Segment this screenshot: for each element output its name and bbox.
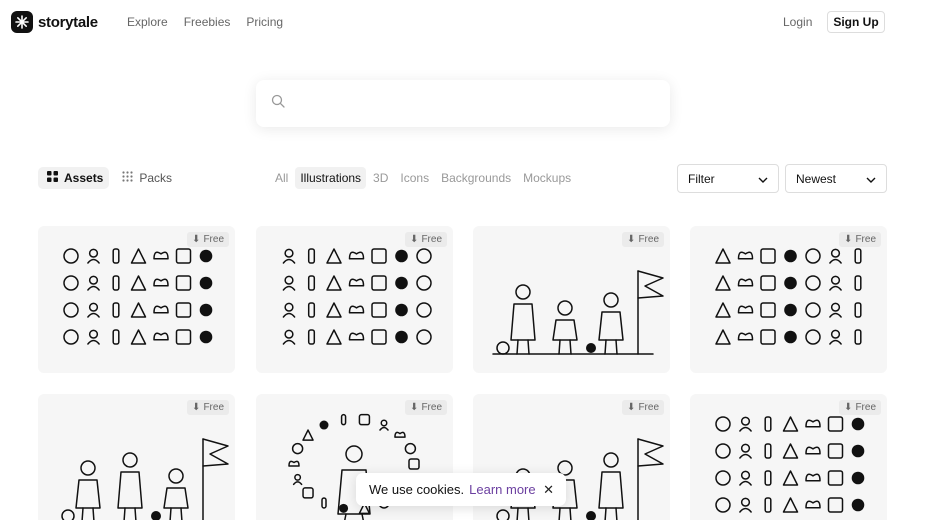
chevron-down-icon xyxy=(758,172,768,186)
asset-card[interactable]: ⬇ Free xyxy=(690,226,887,373)
free-badge: ⬇ Free xyxy=(839,232,881,247)
grid-icon xyxy=(47,171,58,185)
dots-grid-icon xyxy=(122,171,133,185)
toggle-packs-label: Packs xyxy=(139,171,173,185)
nav-freebies[interactable]: Freebies xyxy=(184,15,231,29)
free-badge: ⬇ Free xyxy=(622,400,664,415)
learn-more-link[interactable]: Learn more xyxy=(469,482,535,497)
nav-pricing[interactable]: Pricing xyxy=(246,15,283,29)
download-arrow-icon: ⬇ xyxy=(627,234,636,245)
toggle-assets-label: Assets xyxy=(64,171,104,185)
asset-card[interactable]: ⬇ Free xyxy=(690,394,887,520)
tab-illustrations[interactable]: Illustrations xyxy=(295,167,367,189)
tab-all[interactable]: All xyxy=(270,167,293,189)
download-arrow-icon: ⬇ xyxy=(192,402,201,413)
download-arrow-icon: ⬇ xyxy=(410,234,419,245)
storytale-logo[interactable]: storytale xyxy=(11,11,98,33)
storytale-logo-icon xyxy=(11,11,33,33)
download-arrow-icon: ⬇ xyxy=(844,402,853,413)
top-header: storytale Explore Freebies Pricing Login… xyxy=(0,0,925,44)
illustration-thumbnail xyxy=(492,270,664,355)
sort-label: Newest xyxy=(796,171,837,186)
filter-dropdown[interactable]: Filter xyxy=(677,164,779,193)
toggle-packs[interactable]: Packs xyxy=(113,167,178,189)
login-link[interactable]: Login xyxy=(783,15,812,29)
asset-card[interactable]: ⬇ Free xyxy=(473,226,670,373)
asset-card[interactable]: ⬇ Free xyxy=(256,226,453,373)
tab-mockups[interactable]: Mockups xyxy=(518,167,576,189)
free-badge: ⬇ Free xyxy=(187,400,229,415)
tab-backgrounds[interactable]: Backgrounds xyxy=(436,167,516,189)
search-input[interactable] xyxy=(293,80,670,127)
free-badge: ⬇ Free xyxy=(405,232,447,247)
signup-button[interactable]: Sign Up xyxy=(827,11,885,33)
toggle-assets[interactable]: Assets xyxy=(38,167,110,189)
free-badge: ⬇ Free xyxy=(187,232,229,247)
download-arrow-icon: ⬇ xyxy=(844,234,853,245)
tab-icons[interactable]: Icons xyxy=(395,167,434,189)
view-toggle: Assets Packs xyxy=(38,167,178,189)
illustration-thumbnail xyxy=(282,248,432,345)
download-arrow-icon: ⬇ xyxy=(627,402,636,413)
category-tabs: All Illustrations 3D Icons Backgrounds M… xyxy=(270,167,576,189)
asset-card[interactable]: ⬇ Free xyxy=(38,394,235,520)
chevron-down-icon xyxy=(866,172,876,186)
cookie-banner: We use cookies. Learn more ✕ xyxy=(356,473,566,506)
main-nav: Explore Freebies Pricing xyxy=(127,15,283,29)
free-badge: ⬇ Free xyxy=(839,400,881,415)
search-icon xyxy=(271,94,285,113)
sort-dropdown[interactable]: Newest xyxy=(785,164,887,193)
illustration-thumbnail xyxy=(715,248,862,345)
cookie-text: We use cookies. xyxy=(369,482,465,497)
close-icon[interactable]: ✕ xyxy=(543,482,554,498)
download-arrow-icon: ⬇ xyxy=(410,402,419,413)
illustration-thumbnail xyxy=(63,248,213,345)
search-bar[interactable] xyxy=(256,80,670,127)
tab-3d[interactable]: 3D xyxy=(368,167,393,189)
free-badge: ⬇ Free xyxy=(405,400,447,415)
brand-name: storytale xyxy=(38,13,98,31)
asset-card[interactable]: ⬇ Free xyxy=(38,226,235,373)
free-badge: ⬇ Free xyxy=(622,232,664,247)
filter-label: Filter xyxy=(688,171,715,186)
download-arrow-icon: ⬇ xyxy=(192,234,201,245)
nav-explore[interactable]: Explore xyxy=(127,15,168,29)
